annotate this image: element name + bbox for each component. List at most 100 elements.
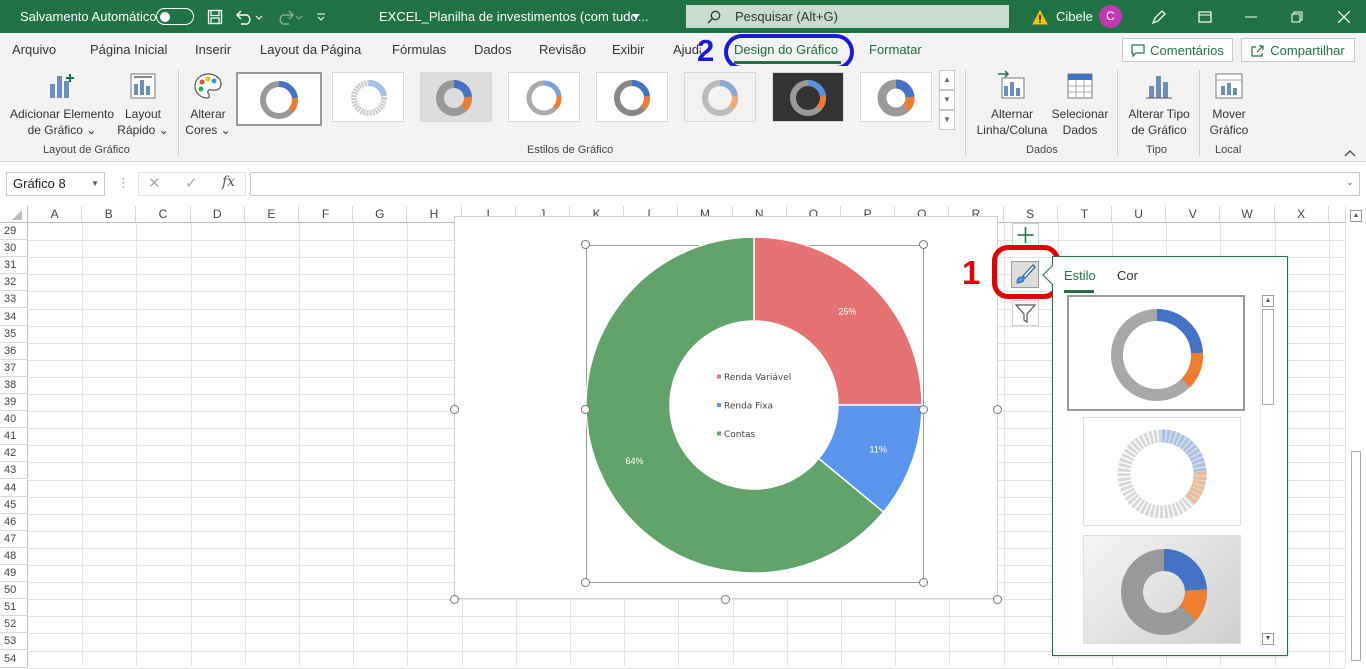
column-header[interactable]: S: [1004, 206, 1058, 222]
row-header[interactable]: 50: [0, 582, 28, 600]
resize-handle-plot-bottom-right[interactable]: [919, 578, 928, 587]
resize-handle-chart-bottom-right[interactable]: [993, 595, 1002, 604]
row-header[interactable]: 29: [0, 223, 28, 240]
change-chart-type-button[interactable]: Alterar Tipo de Gráfico: [1122, 70, 1196, 138]
chart-style-thumb-5[interactable]: [596, 72, 668, 122]
legend-entry[interactable]: Renda Fixa: [724, 402, 773, 412]
autosave-toggle[interactable]: [156, 8, 194, 25]
chart-style-thumb-6[interactable]: [684, 72, 756, 122]
chart-style-thumb-2[interactable]: [332, 72, 404, 122]
change-colors-button[interactable]: Alterar Cores ⌄: [184, 70, 232, 138]
resize-handle-plot-left[interactable]: [581, 405, 590, 414]
row-header[interactable]: 30: [0, 240, 28, 258]
add-chart-element-button[interactable]: Adicionar Elemento de Gráfico ⌄: [8, 70, 116, 138]
chart-style-thumb-7[interactable]: [772, 72, 844, 122]
pane-scroll-thumb[interactable]: [1262, 309, 1274, 405]
resize-handle-chart-right[interactable]: [993, 405, 1002, 414]
tab-revisao[interactable]: Revisão: [539, 42, 586, 57]
row-header[interactable]: 33: [0, 291, 28, 309]
row-header[interactable]: 40: [0, 411, 28, 429]
row-header[interactable]: 35: [0, 325, 28, 343]
column-header[interactable]: C: [136, 206, 191, 222]
tab-cor[interactable]: Cor: [1117, 268, 1138, 283]
row-header[interactable]: 32: [0, 274, 28, 292]
tab-inserir[interactable]: Inserir: [195, 42, 231, 57]
row-header[interactable]: 48: [0, 547, 28, 565]
comments-button[interactable]: Comentários: [1122, 38, 1233, 62]
pane-scroll-down[interactable]: ▼: [1262, 633, 1274, 645]
column-header[interactable]: T: [1058, 206, 1112, 222]
restore-icon[interactable]: [1286, 6, 1308, 28]
minimize-icon[interactable]: [1240, 6, 1262, 28]
formula-expand-icon[interactable]: ⌄: [1346, 177, 1354, 188]
gallery-scroll-down[interactable]: ▼: [939, 90, 955, 110]
row-header[interactable]: 41: [0, 428, 28, 446]
column-header[interactable]: F: [299, 206, 354, 222]
customize-qat-icon[interactable]: [314, 6, 328, 28]
row-header[interactable]: 38: [0, 376, 28, 394]
resize-handle-plot-bottom-left[interactable]: [581, 578, 590, 587]
row-header[interactable]: 47: [0, 530, 28, 548]
undo-icon[interactable]: [234, 6, 264, 28]
tab-layout-da-pagina[interactable]: Layout da Página: [260, 42, 361, 57]
chart-style-thumb-8[interactable]: [860, 72, 932, 122]
save-icon[interactable]: [205, 6, 225, 28]
row-header[interactable]: 37: [0, 359, 28, 377]
name-box-dropdown-icon[interactable]: ▼: [91, 173, 99, 195]
tab-pagina-inicial[interactable]: Página Inicial: [90, 42, 167, 57]
chart-elements-button[interactable]: [1012, 223, 1039, 247]
tab-estilo[interactable]: Estilo: [1064, 268, 1096, 283]
formula-bar-handle[interactable]: ⋮: [117, 175, 130, 191]
row-header[interactable]: 49: [0, 565, 28, 582]
donut-chart[interactable]: 25% 11% 64% Renda Variável Renda Fixa Contas: [454, 216, 998, 599]
column-header[interactable]: D: [191, 206, 245, 222]
column-header[interactable]: U: [1112, 206, 1167, 222]
resize-handle-plot-top-left[interactable]: [581, 240, 590, 249]
column-header[interactable]: V: [1166, 206, 1221, 222]
pane-scrollbar[interactable]: ▲ ▼: [1260, 295, 1274, 647]
column-header[interactable]: A: [28, 206, 83, 222]
row-header[interactable]: 39: [0, 394, 28, 411]
row-header[interactable]: 52: [0, 616, 28, 634]
formula-input[interactable]: [250, 172, 1360, 196]
chart-style-thumb-3[interactable]: [420, 72, 492, 122]
data-label[interactable]: 11%: [870, 445, 887, 455]
ribbon-display-icon[interactable]: [1195, 6, 1215, 28]
pane-scroll-up[interactable]: ▲: [1262, 295, 1274, 307]
row-header[interactable]: 46: [0, 513, 28, 531]
name-box[interactable]: Gráfico 8 ▼: [6, 172, 105, 196]
resize-handle-chart-bottom[interactable]: [721, 595, 730, 604]
tab-arquivo[interactable]: Arquivo: [12, 42, 56, 57]
row-header[interactable]: 45: [0, 496, 28, 514]
row-header[interactable]: 34: [0, 308, 28, 326]
search-box[interactable]: Pesquisar (Alt+G): [686, 5, 1009, 28]
tab-dados[interactable]: Dados: [474, 42, 512, 57]
scroll-up-arrow[interactable]: ▲: [1350, 210, 1362, 222]
share-button[interactable]: Compartilhar: [1241, 38, 1355, 62]
pane-style-option-3[interactable]: [1083, 535, 1241, 644]
tab-formulas[interactable]: Fórmulas: [392, 42, 446, 57]
vertical-scrollbar[interactable]: ▲: [1345, 206, 1366, 666]
gallery-scroll-up[interactable]: ▲: [939, 70, 955, 90]
pane-style-option-1[interactable]: [1067, 295, 1245, 411]
chart-style-thumb-1[interactable]: [236, 72, 322, 126]
row-header[interactable]: 51: [0, 599, 28, 617]
column-header[interactable]: B: [82, 206, 137, 222]
quick-layout-button[interactable]: Layout Rápido ⌄: [114, 70, 172, 138]
legend-entry[interactable]: Contas: [724, 430, 756, 440]
gallery-more[interactable]: ▼: [939, 110, 955, 130]
resize-handle-plot-right[interactable]: [919, 405, 928, 414]
switch-row-column-button[interactable]: Alternar Linha/Coluna: [972, 70, 1052, 138]
pane-style-option-2[interactable]: [1083, 417, 1241, 526]
data-label[interactable]: 25%: [838, 307, 856, 317]
file-title-dropdown-icon[interactable]: [630, 6, 642, 28]
close-icon[interactable]: [1333, 6, 1355, 28]
column-header[interactable]: W: [1220, 206, 1275, 222]
resize-handle-plot-top-right[interactable]: [919, 240, 928, 249]
row-header[interactable]: 53: [0, 633, 28, 651]
cancel-icon[interactable]: ✕: [148, 174, 161, 192]
row-header[interactable]: 54: [0, 650, 28, 668]
row-header[interactable]: 43: [0, 462, 28, 480]
avatar[interactable]: C: [1099, 5, 1122, 28]
scroll-thumb[interactable]: [1351, 451, 1361, 661]
